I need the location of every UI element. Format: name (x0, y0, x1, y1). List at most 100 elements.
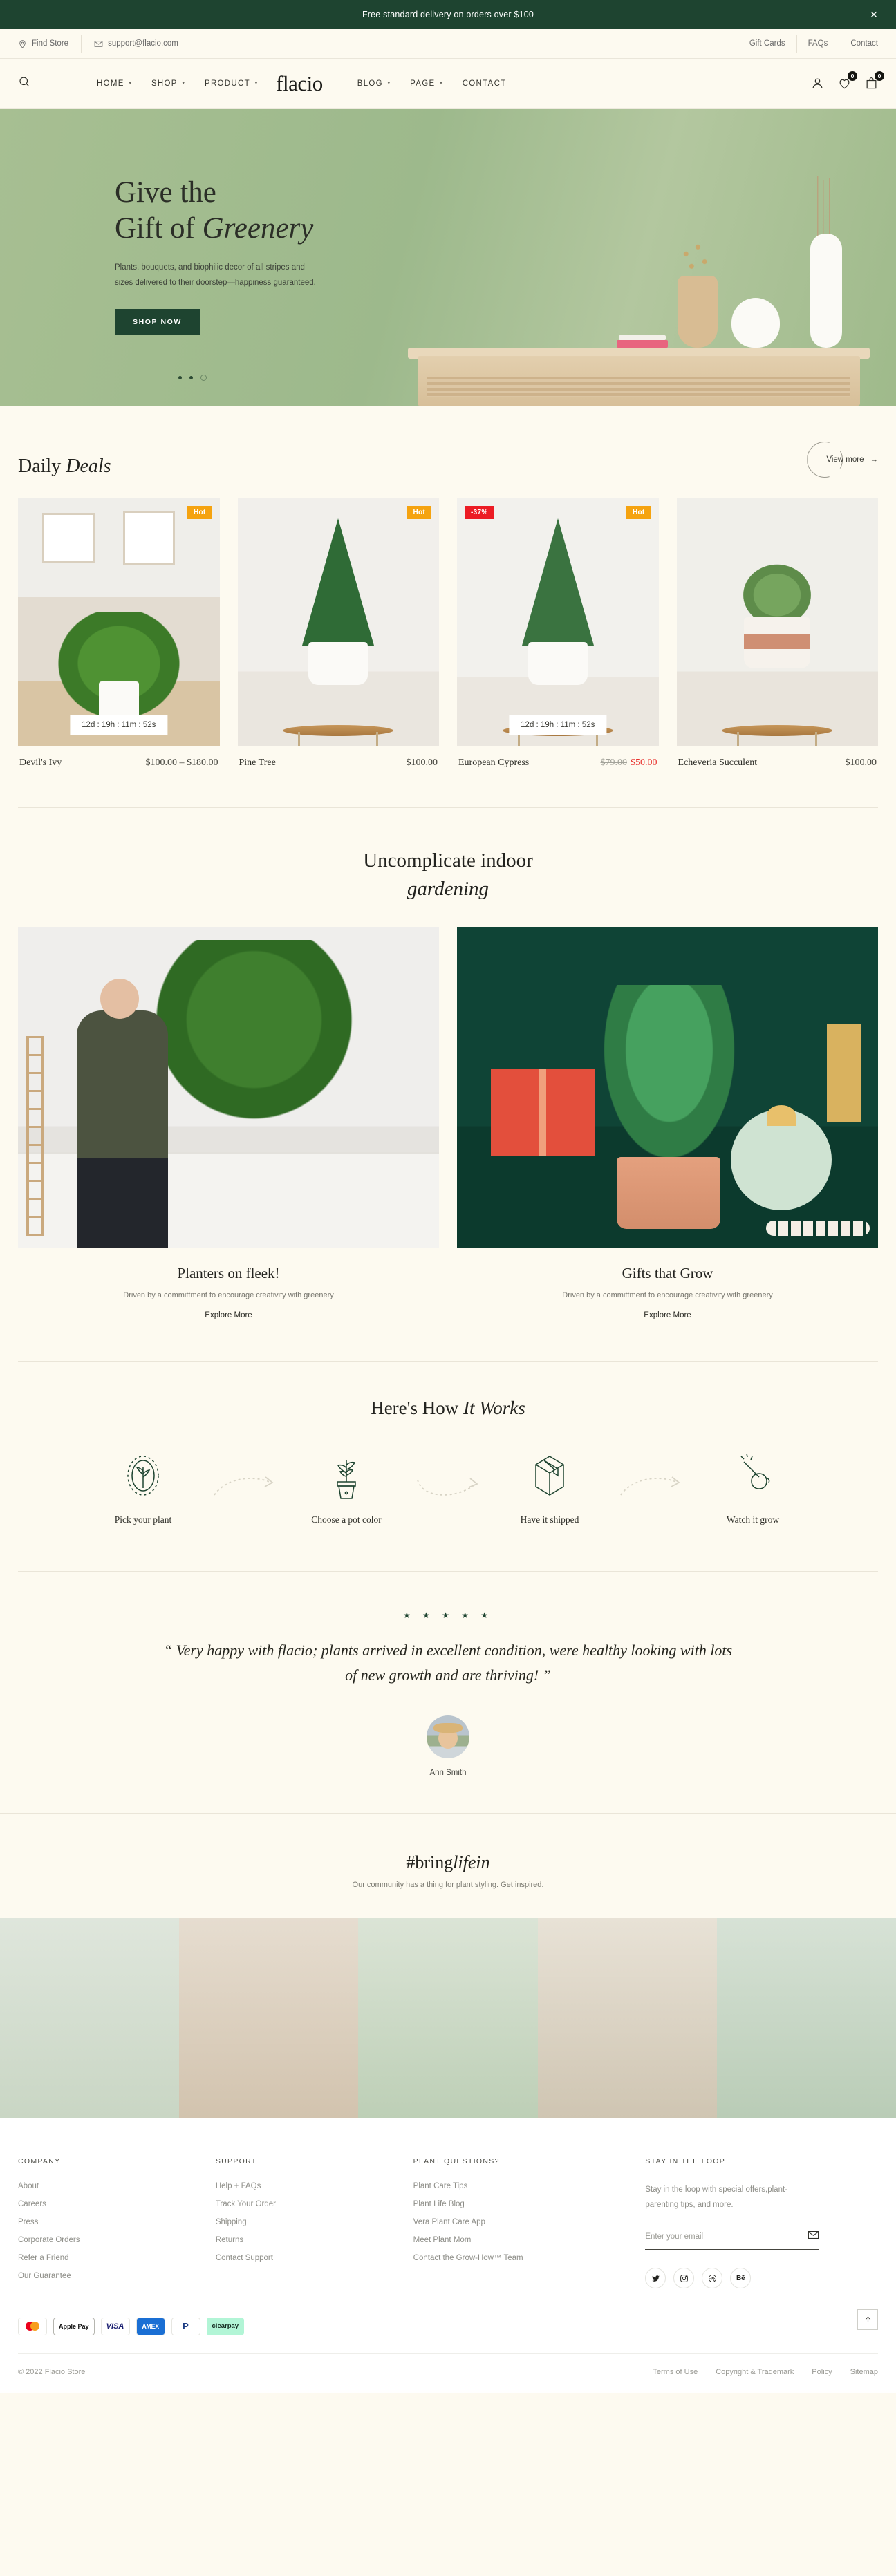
hot-badge: Hot (626, 506, 651, 519)
step-arrow-icon (610, 1449, 692, 1498)
footer-link-refer-a-friend[interactable]: Refer a Friend (18, 2254, 199, 2262)
main-navigation: HOME ▼ SHOP ▼ PRODUCT ▼ flacio BLOG ▼ PA… (0, 59, 896, 109)
account-icon[interactable] (811, 77, 824, 90)
arrow-right-icon: → (870, 455, 879, 464)
step-label: Have it shipped (520, 1514, 579, 1525)
find-store-label: Find Store (32, 39, 69, 48)
utility-link-gift-cards[interactable]: Gift Cards (738, 39, 796, 48)
feature-image-gifts[interactable] (457, 927, 878, 1249)
behance-icon[interactable]: Bē (730, 2268, 752, 2289)
footer-heading: COMPANY (18, 2156, 61, 2165)
footer-link-grow-how-team[interactable]: Contact the Grow-How™ Team (413, 2254, 629, 2262)
carousel-dot-3[interactable] (200, 375, 207, 381)
countdown-timer: 12d : 19h : 11m : 52s (509, 715, 607, 735)
product-card[interactable]: Echeveria Succulent $100.00 (676, 498, 878, 769)
feature-heading: Gifts that Grow (622, 1265, 713, 1282)
gallery-item[interactable] (179, 1917, 359, 2118)
product-image[interactable]: -37% Hot 12d : 19h : 11m : 52s (457, 498, 659, 746)
payment-paypal: P (171, 2317, 200, 2335)
footer-link-press[interactable]: Press (18, 2218, 199, 2226)
footer-link-returns[interactable]: Returns (216, 2236, 397, 2244)
footer-heading: SUPPORT (215, 2156, 257, 2165)
nav-item-home[interactable]: HOME ▼ (97, 79, 133, 88)
product-image[interactable]: Hot 12d : 19h : 11m : 52s (18, 498, 220, 746)
legal-link-copyright-trademark[interactable]: Copyright & Trademark (716, 2368, 794, 2376)
shop-now-button[interactable]: SHOP NOW (115, 308, 200, 335)
product-photo-pine-tree (237, 498, 439, 746)
explore-more-button[interactable]: Explore More (644, 1311, 691, 1323)
dribbble-icon[interactable] (702, 2268, 723, 2289)
support-email-link[interactable]: support@flacio.com (82, 39, 191, 48)
nav-item-product[interactable]: PRODUCT ▼ (205, 79, 259, 88)
hero-paragraph: Plants, bouquets, and biophilic decor of… (115, 263, 316, 288)
email-field[interactable] (645, 2232, 808, 2241)
hero-carousel-dots[interactable] (178, 375, 207, 381)
footer-link-corporate-orders[interactable]: Corporate Orders (18, 2236, 199, 2244)
footer-link-our-guarantee[interactable]: Our Guarantee (18, 2272, 199, 2280)
gallery-item[interactable] (358, 1917, 538, 2118)
potted-plant-icon (286, 1449, 407, 1502)
footer-link-vera-plant-care-app[interactable]: Vera Plant Care App (413, 2218, 629, 2226)
footer-link-meet-plant-mom[interactable]: Meet Plant Mom (413, 2236, 629, 2244)
brand-logo[interactable]: flacio (276, 73, 323, 94)
footer-link-plant-life-blog[interactable]: Plant Life Blog (413, 2200, 629, 2208)
footer-link-careers[interactable]: Careers (18, 2200, 199, 2208)
feature-card-gifts[interactable]: Gifts that Grow Driven by a committment … (457, 927, 878, 1323)
product-card[interactable]: Hot Pine Tree $100.00 (237, 498, 439, 769)
cart-icon[interactable]: 0 (865, 71, 884, 90)
feature-card-planters[interactable]: Planters on fleek! Driven by a committme… (18, 927, 439, 1323)
gallery-item[interactable] (0, 1917, 180, 2118)
search-icon[interactable] (18, 75, 36, 91)
carousel-dot-1[interactable] (178, 376, 182, 379)
product-card[interactable]: -37% Hot 12d : 19h : 11m : 52s European … (457, 498, 659, 769)
terracotta-pot-decor (617, 1157, 721, 1230)
carousel-dot-2[interactable] (189, 376, 193, 379)
announcement-bar: Free standard delivery on orders over $1… (0, 0, 896, 29)
gallery-item[interactable] (537, 1917, 717, 2118)
utility-link-contact[interactable]: Contact (839, 39, 878, 48)
footer: COMPANY About Careers Press Corporate Or… (0, 2118, 896, 2393)
close-icon[interactable]: ✕ (870, 10, 878, 19)
utility-link-faqs[interactable]: FAQs (797, 39, 839, 48)
nav-item-shop[interactable]: SHOP ▼ (151, 79, 187, 88)
gallery-item[interactable] (716, 1917, 896, 2118)
footer-link-plant-care-tips[interactable]: Plant Care Tips (413, 2182, 629, 2190)
scroll-to-top-button[interactable] (857, 2309, 878, 2330)
wishlist-count-badge: 0 (848, 71, 857, 81)
hero-heading-line2b: Greenery (202, 212, 314, 245)
wishlist-icon[interactable]: 0 (838, 71, 857, 90)
support-email-label: support@flacio.com (108, 39, 178, 48)
legal-link-policy[interactable]: Policy (812, 2368, 832, 2376)
footer-link-contact-support[interactable]: Contact Support (216, 2254, 397, 2262)
product-image[interactable]: Hot (237, 498, 439, 746)
nav-item-blog[interactable]: BLOG ▼ (357, 79, 392, 88)
how-it-works-title: Here's How It Works (0, 1398, 896, 1419)
payment-mastercard (18, 2317, 47, 2335)
find-store-link[interactable]: Find Store (18, 39, 81, 48)
twitter-icon[interactable] (645, 2268, 666, 2289)
location-pin-icon (18, 39, 27, 48)
countdown-timer: 12d : 19h : 11m : 52s (70, 715, 168, 735)
footer-link-shipping[interactable]: Shipping (216, 2218, 397, 2226)
footer-link-help-faqs[interactable]: Help + FAQs (216, 2182, 397, 2190)
view-more-button[interactable]: View more → (807, 442, 878, 478)
envelope-icon[interactable] (808, 2229, 819, 2244)
how-it-works-title-a: Here's How (371, 1398, 464, 1419)
legal-link-sitemap[interactable]: Sitemap (850, 2368, 878, 2376)
legal-link-terms-of-use[interactable]: Terms of Use (653, 2368, 698, 2376)
feature-image-planters[interactable] (18, 927, 439, 1249)
nav-item-contact[interactable]: CONTACT (463, 79, 507, 88)
explore-more-button[interactable]: Explore More (205, 1311, 252, 1323)
nav-item-page[interactable]: PAGE ▼ (410, 79, 445, 88)
view-more-label: View more (826, 455, 864, 464)
product-image[interactable] (676, 498, 878, 746)
product-card[interactable]: Hot 12d : 19h : 11m : 52s Devil's Ivy $1… (18, 498, 220, 769)
product-name: Devil's Ivy (19, 758, 62, 768)
instagram-icon[interactable] (673, 2268, 695, 2289)
hero-heading-line2a: Gift of (115, 212, 203, 245)
feature-cards: Planters on fleek! Driven by a committme… (0, 927, 896, 1323)
step-arrow-icon (407, 1449, 489, 1502)
footer-link-track-your-order[interactable]: Track Your Order (216, 2200, 397, 2208)
product-grid: Hot 12d : 19h : 11m : 52s Devil's Ivy $1… (0, 498, 896, 769)
footer-link-about[interactable]: About (18, 2182, 199, 2190)
